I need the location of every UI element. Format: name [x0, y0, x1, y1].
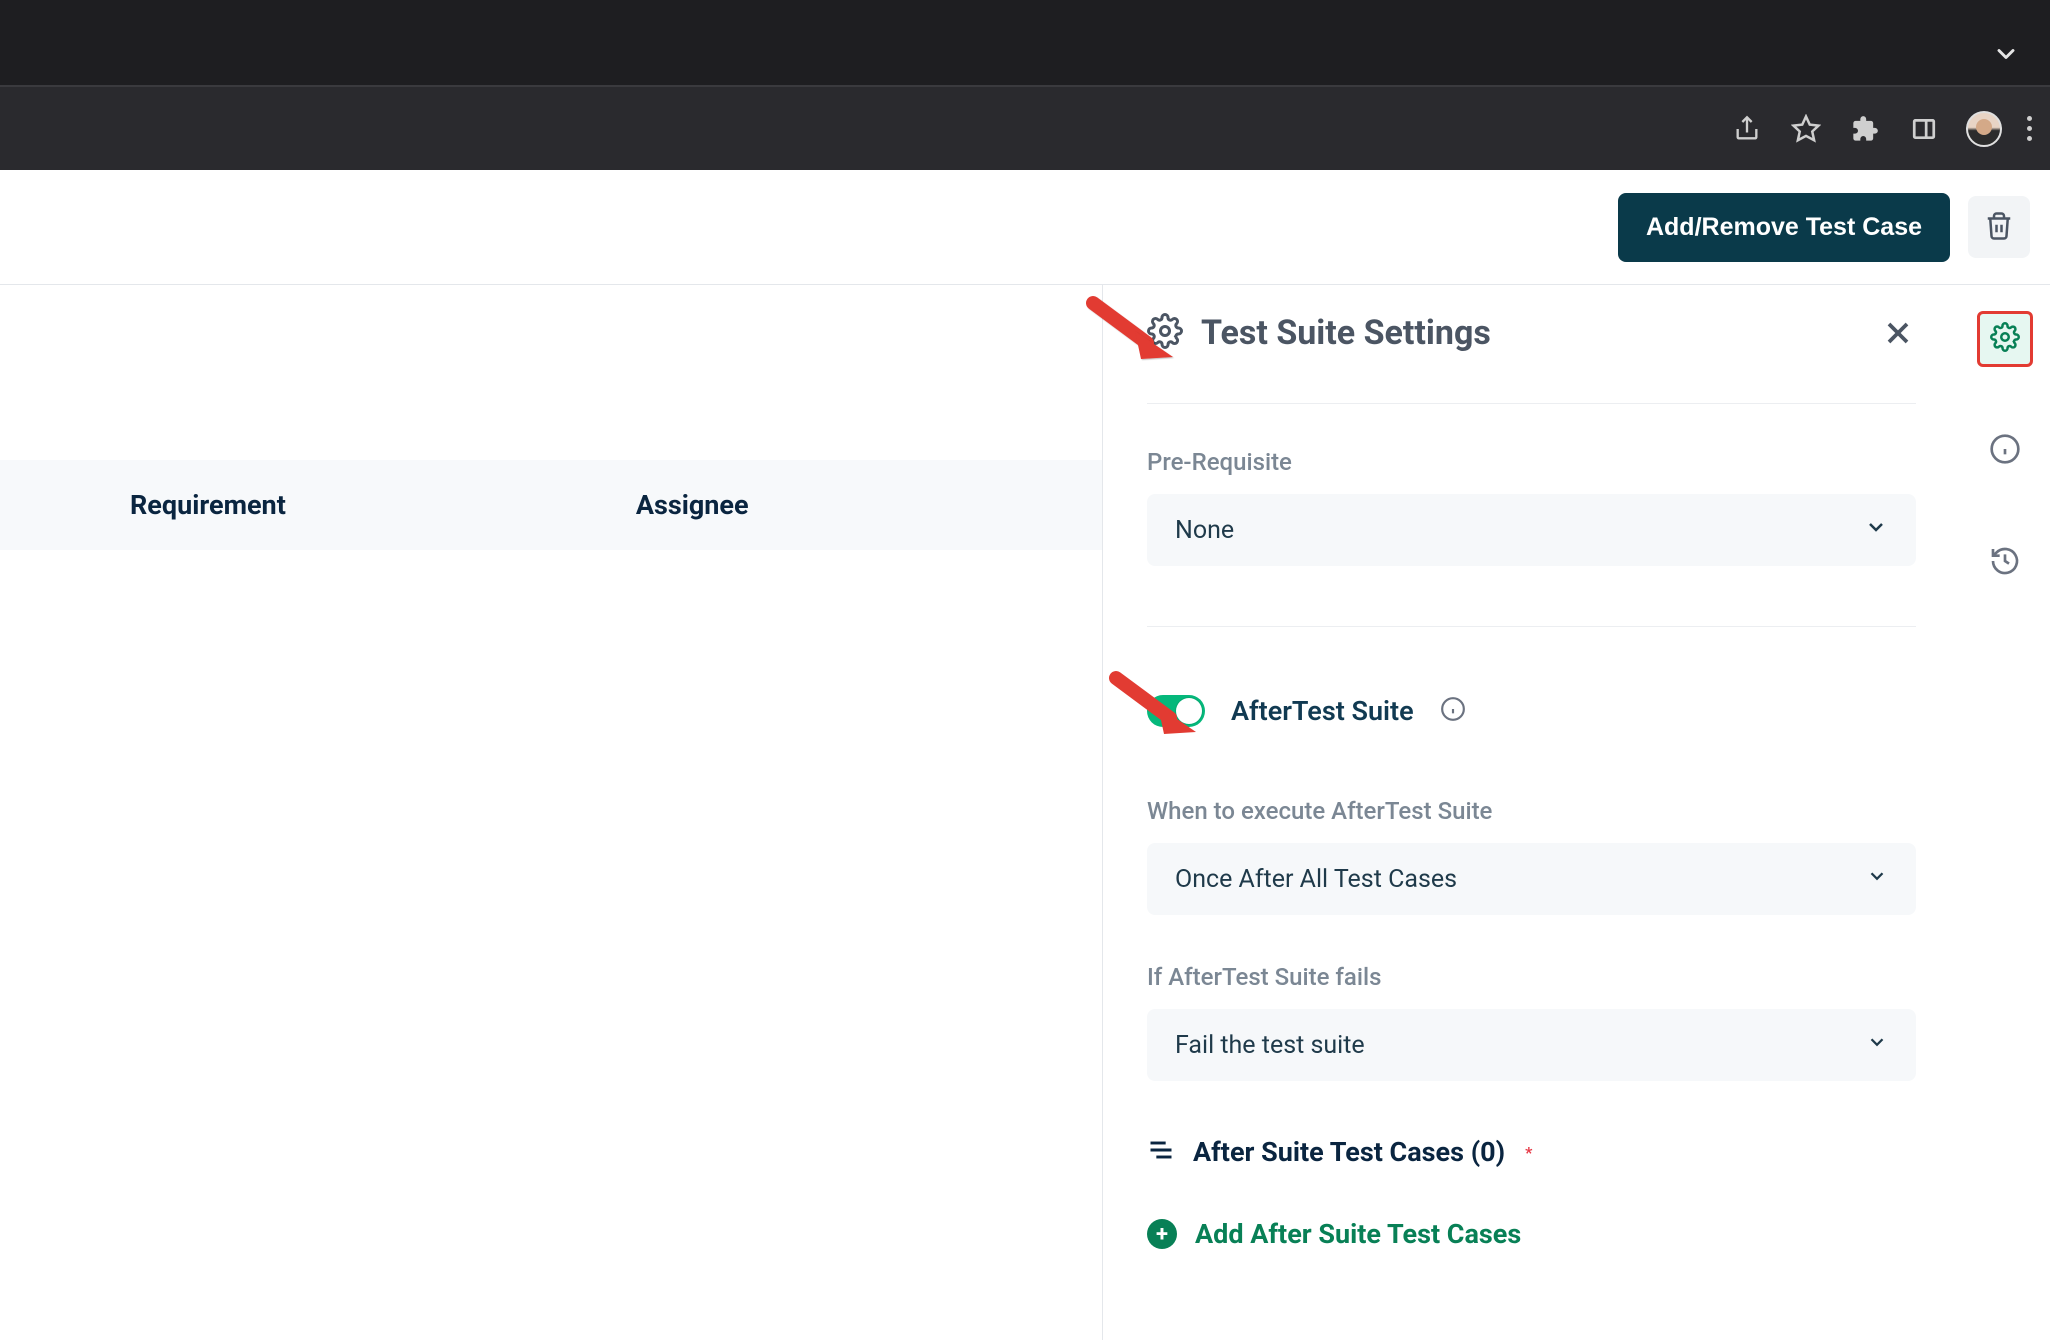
- aftertest-toggle-row: AfterTest Suite: [1147, 695, 1916, 727]
- column-assignee: Assignee: [636, 489, 749, 521]
- history-icon: [1989, 545, 2021, 581]
- test-suite-settings-panel: Test Suite Settings Pre-Requisite None A…: [1102, 285, 1960, 1340]
- kebab-menu-icon[interactable]: [2027, 116, 2032, 141]
- chevron-down-icon: [1866, 865, 1888, 894]
- after-suite-cases-label: After Suite Test Cases (0): [1193, 1136, 1505, 1168]
- add-remove-test-case-button[interactable]: Add/Remove Test Case: [1618, 193, 1950, 262]
- browser-tab-bar: [0, 0, 2050, 85]
- aftertest-toggle-label: AfterTest Suite: [1231, 695, 1414, 727]
- aftertest-toggle[interactable]: [1147, 695, 1205, 727]
- extensions-icon[interactable]: [1848, 112, 1882, 146]
- add-after-suite-cases[interactable]: + Add After Suite Test Cases: [1147, 1218, 1916, 1250]
- info-icon[interactable]: [1440, 696, 1466, 726]
- chevron-down-icon[interactable]: [1992, 40, 2020, 72]
- after-suite-cases-header: After Suite Test Cases (0) *: [1147, 1136, 1916, 1168]
- panel-title: Test Suite Settings: [1201, 313, 1491, 353]
- trash-icon: [1984, 211, 2014, 244]
- delete-button[interactable]: [1968, 196, 2030, 258]
- chevron-down-icon: [1866, 1031, 1888, 1060]
- list-icon: [1147, 1136, 1175, 1168]
- prerequisite-label: Pre-Requisite: [1147, 448, 1916, 476]
- panel-icon[interactable]: [1907, 112, 1941, 146]
- if-fails-label: If AfterTest Suite fails: [1147, 963, 1916, 991]
- main-content: Requirement Assignee: [0, 285, 1102, 1340]
- required-indicator: *: [1525, 1143, 1532, 1162]
- gear-icon: [1147, 313, 1183, 353]
- share-icon[interactable]: [1730, 112, 1764, 146]
- info-rail-button[interactable]: [1977, 423, 2033, 479]
- close-icon[interactable]: [1880, 315, 1916, 355]
- right-rail: [1960, 285, 2050, 1340]
- prerequisite-value: None: [1175, 516, 1234, 545]
- chevron-down-icon: [1864, 515, 1888, 546]
- when-execute-label: When to execute AfterTest Suite: [1147, 797, 1916, 825]
- history-rail-button[interactable]: [1977, 535, 2033, 591]
- info-icon: [1989, 433, 2021, 469]
- plus-icon: +: [1147, 1219, 1177, 1249]
- settings-rail-button[interactable]: [1977, 311, 2033, 367]
- browser-toolbar: [0, 85, 2050, 170]
- when-execute-select[interactable]: Once After All Test Cases: [1147, 843, 1916, 915]
- profile-avatar[interactable]: [1966, 111, 2002, 147]
- when-execute-value: Once After All Test Cases: [1175, 865, 1457, 894]
- action-bar: Add/Remove Test Case: [0, 170, 2050, 285]
- if-fails-select[interactable]: Fail the test suite: [1147, 1009, 1916, 1081]
- star-icon[interactable]: [1789, 112, 1823, 146]
- if-fails-value: Fail the test suite: [1175, 1031, 1365, 1060]
- gear-icon: [1990, 322, 2020, 356]
- table-header: Requirement Assignee: [0, 460, 1102, 550]
- add-after-suite-cases-label: Add After Suite Test Cases: [1195, 1218, 1521, 1250]
- column-requirement: Requirement: [130, 489, 286, 521]
- prerequisite-select[interactable]: None: [1147, 494, 1916, 566]
